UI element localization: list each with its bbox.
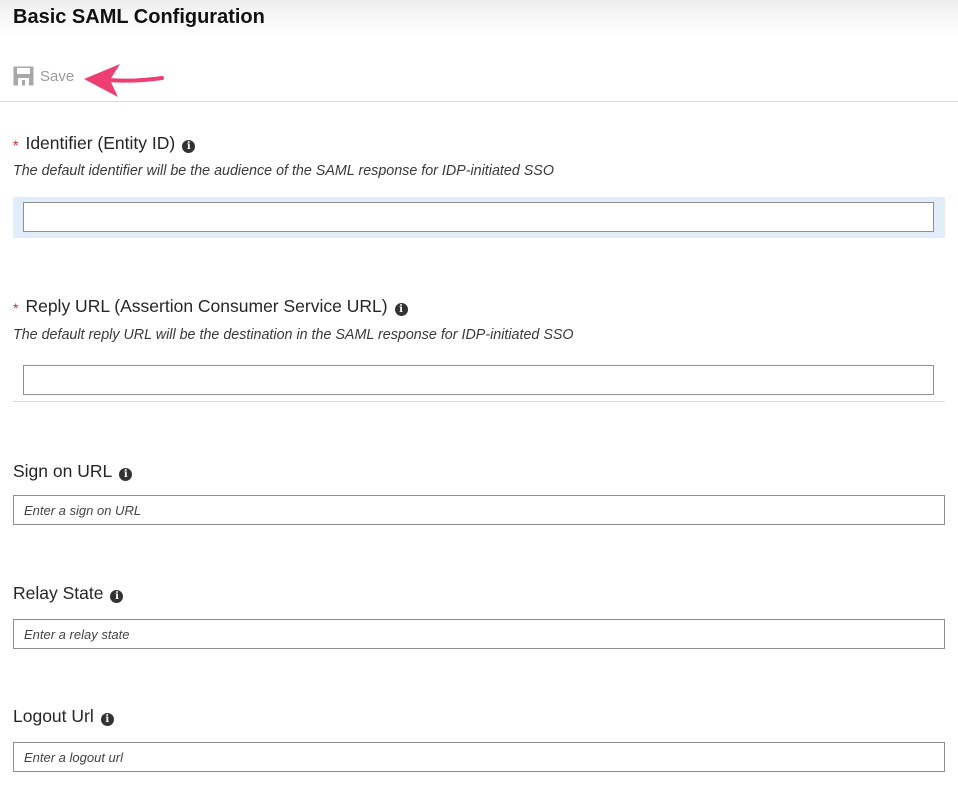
identifier-label: * Identifier (Entity ID) i	[13, 133, 196, 154]
info-icon[interactable]: i	[182, 140, 196, 153]
save-button[interactable]: Save	[13, 66, 74, 86]
logout-url-label: Logout Url i	[13, 706, 114, 727]
save-label: Save	[40, 67, 75, 85]
annotation-arrow-icon	[84, 64, 164, 97]
relay-state-label-text: Relay State	[13, 583, 104, 603]
save-icon	[13, 66, 34, 86]
identifier-label-text: Identifier (Entity ID)	[25, 133, 176, 153]
info-icon[interactable]: i	[119, 468, 133, 481]
info-icon[interactable]: i	[100, 713, 114, 726]
reply-url-label: * Reply URL (Assertion Consumer Service …	[13, 296, 408, 317]
logout-url-label-text: Logout Url	[13, 706, 94, 726]
page-title: Basic SAML Configuration	[13, 6, 265, 28]
reply-url-divider	[13, 401, 945, 402]
reply-url-label-text: Reply URL (Assertion Consumer Service UR…	[25, 296, 388, 316]
logout-url-input[interactable]	[13, 742, 945, 772]
required-marker: *	[13, 299, 19, 316]
sign-on-url-label: Sign on URL i	[13, 461, 133, 482]
identifier-input[interactable]	[23, 202, 934, 232]
relay-state-input[interactable]	[13, 619, 945, 649]
reply-url-input[interactable]	[23, 365, 934, 395]
toolbar-divider	[0, 101, 958, 102]
sign-on-url-label-text: Sign on URL	[13, 461, 113, 481]
sign-on-url-input[interactable]	[13, 495, 945, 525]
reply-url-description: The default reply URL will be the destin…	[13, 327, 574, 343]
required-marker: *	[13, 136, 19, 153]
info-icon[interactable]: i	[394, 303, 408, 316]
identifier-description: The default identifier will be the audie…	[13, 163, 554, 179]
relay-state-label: Relay State i	[13, 583, 124, 604]
info-icon[interactable]: i	[110, 590, 124, 603]
